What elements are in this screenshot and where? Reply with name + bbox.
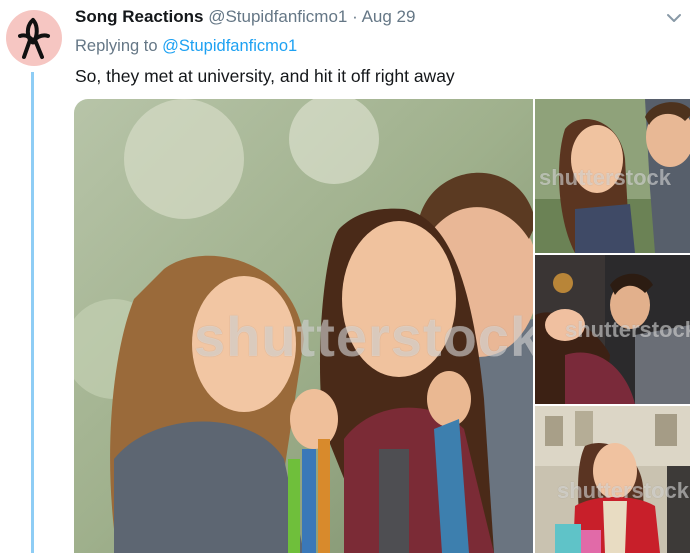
avatar[interactable] [6, 10, 62, 66]
couple-embrace-image [535, 255, 690, 404]
tweet-date[interactable]: Aug 29 [362, 7, 416, 26]
couple-outdoor-image [535, 99, 690, 253]
replying-to-line: Replying to @Stupidfanficmo1 [75, 37, 297, 56]
tweet-header: Song Reactions @Stupidfanficmo1 · Aug 29 [75, 7, 415, 27]
chevron-down-icon[interactable] [666, 12, 682, 24]
main-photo[interactable]: shutterstock [74, 99, 533, 553]
reply-mention-link[interactable]: @Stupidfanficmo1 [162, 37, 297, 55]
separator-dot: · [352, 7, 358, 26]
tweet-text: So, they met at university, and hit it o… [75, 66, 455, 86]
woman-shopping-image [535, 406, 690, 553]
couple-photo-image [74, 99, 533, 553]
thumb-photo-3[interactable]: shutterstock [535, 406, 690, 553]
thread-connector-line [31, 72, 34, 553]
display-name[interactable]: Song Reactions [75, 7, 203, 26]
thumb-photo-2[interactable]: shutterstock [535, 255, 690, 404]
user-handle[interactable]: @Stupidfanficmo1 [208, 7, 347, 26]
thumb-photo-1[interactable]: shutterstock [535, 99, 690, 253]
bunny-ears-icon [18, 18, 50, 59]
media-grid: shutterstock shutterstock shutterstock s… [74, 99, 690, 553]
replying-prefix: Replying to [75, 37, 158, 55]
